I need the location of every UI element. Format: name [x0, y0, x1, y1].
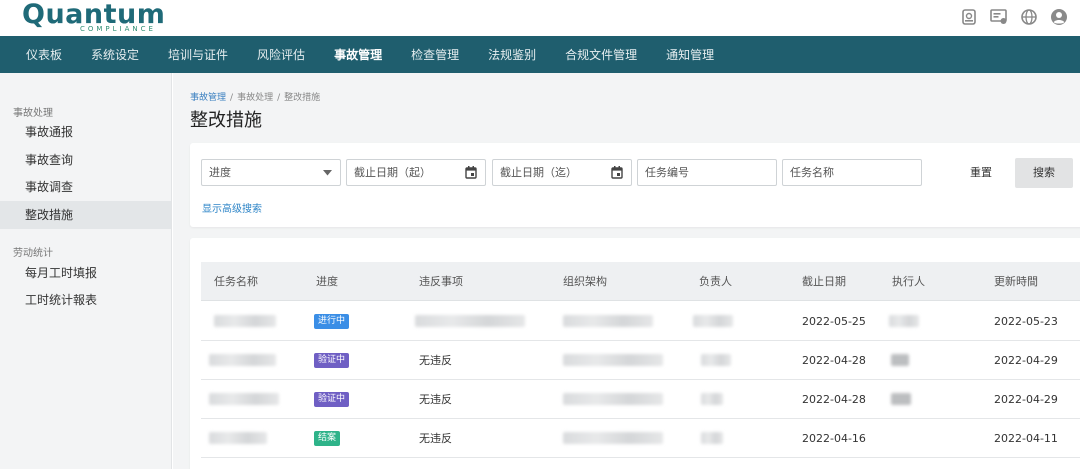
- task-number-input[interactable]: 任务编号: [637, 159, 777, 186]
- breadcrumb-separator: /: [230, 93, 234, 103]
- app-header: Quantum COMPLIANCE: [0, 0, 1080, 36]
- breadcrumb-separator: /: [277, 93, 281, 103]
- status-badge: 进行中: [314, 314, 350, 329]
- task-name-input[interactable]: 任务名称: [782, 159, 922, 186]
- updated-cell: 2022-04-11: [994, 432, 1058, 445]
- certificate-icon[interactable]: [988, 6, 1010, 28]
- sidebar-item-monthly-hours-report[interactable]: 每月工时填报: [0, 259, 171, 287]
- sidebar-group-labor-statistics: 劳动统计: [13, 248, 53, 259]
- task-name-placeholder: 任务名称: [790, 166, 834, 179]
- col-owner[interactable]: 负责人: [699, 262, 732, 301]
- redacted-executor: [891, 354, 909, 366]
- main-nav: 仪表板 系统设定 培训与证件 风险评估 事故管理 检查管理 法规鉴别 合规文件管…: [0, 36, 1080, 73]
- caret-down-icon: [323, 160, 332, 185]
- nav-training-certificates[interactable]: 培训与证件: [168, 46, 228, 63]
- deadline-from-placeholder: 截止日期（起）: [354, 166, 431, 179]
- deadline-to-field[interactable]: 截止日期（迄）: [492, 159, 632, 186]
- user-icon[interactable]: [1048, 6, 1070, 28]
- sidebar-group-incident-handling: 事故处理: [13, 108, 53, 119]
- status-badge: 验证中: [314, 353, 350, 368]
- deadline-to-placeholder: 截止日期（迄）: [500, 166, 577, 179]
- col-progress[interactable]: 进度: [316, 262, 338, 301]
- col-updated[interactable]: 更新時間: [994, 262, 1038, 301]
- report-icon[interactable]: [958, 6, 980, 28]
- table-row[interactable]: 验证中 无违反 2022-04-28 2022-04-29: [201, 380, 1080, 419]
- redacted-owner: [693, 315, 733, 327]
- nav-compliance-documents[interactable]: 合规文件管理: [565, 46, 637, 63]
- deadline-from-field[interactable]: 截止日期（起）: [346, 159, 486, 186]
- nav-inspection-management[interactable]: 检查管理: [411, 46, 459, 63]
- quantum-logo[interactable]: Quantum COMPLIANCE: [22, 0, 165, 33]
- logo-subtitle: COMPLIANCE: [80, 25, 156, 33]
- updated-cell: 2022-05-23: [994, 315, 1058, 328]
- redacted-executor: [891, 393, 911, 405]
- sidebar-item-incident-report[interactable]: 事故通报: [0, 118, 171, 146]
- table-row[interactable]: 结案 无违反 2022-04-16 2022-04-11: [201, 419, 1080, 458]
- redacted-organization: [563, 315, 653, 327]
- deadline-cell: 2022-04-28: [802, 393, 866, 406]
- progress-select[interactable]: 进度: [201, 159, 341, 186]
- status-badge: 验证中: [314, 392, 350, 407]
- progress-select-placeholder: 进度: [209, 166, 231, 179]
- task-number-placeholder: 任务编号: [645, 166, 689, 179]
- calendar-icon[interactable]: [465, 160, 477, 185]
- nav-dashboard[interactable]: 仪表板: [26, 46, 62, 63]
- col-task-name[interactable]: 任务名称: [214, 262, 258, 301]
- calendar-icon[interactable]: [611, 160, 623, 185]
- header-icon-bar: [958, 6, 1070, 28]
- advanced-search-link[interactable]: 显示高级搜索: [202, 200, 262, 215]
- col-organization[interactable]: 组织架构: [563, 262, 607, 301]
- redacted-task-name: [209, 432, 267, 444]
- filter-panel: 进度 截止日期（起） 截止日期（迄） 任务编号 任务名称 重置 搜索 显示高级搜…: [190, 143, 1080, 227]
- redacted-executor: [889, 315, 919, 327]
- page-title: 整改措施: [190, 110, 262, 131]
- deadline-cell: 2022-04-28: [802, 354, 866, 367]
- sidebar-item-incident-investigation[interactable]: 事故调查: [0, 173, 171, 201]
- redacted-organization: [563, 432, 663, 444]
- redacted-violation: [415, 315, 525, 327]
- sidebar-item-hours-statistics[interactable]: 工时统计報表: [0, 286, 171, 314]
- violation-cell: 无违反: [419, 393, 452, 406]
- updated-cell: 2022-04-29: [994, 354, 1058, 367]
- nav-incident-management[interactable]: 事故管理: [334, 46, 382, 63]
- redacted-owner: [701, 432, 723, 444]
- col-executor[interactable]: 执行人: [892, 262, 925, 301]
- globe-icon[interactable]: [1018, 6, 1040, 28]
- breadcrumb-incident-management[interactable]: 事故管理: [190, 93, 226, 103]
- col-violation[interactable]: 违反事项: [419, 262, 463, 301]
- redacted-owner: [701, 354, 731, 366]
- violation-cell: 无违反: [419, 354, 452, 367]
- sidebar-item-incident-query[interactable]: 事故查询: [0, 146, 171, 174]
- nav-system-settings[interactable]: 系统设定: [91, 46, 139, 63]
- reset-button[interactable]: 重置: [956, 159, 1006, 186]
- redacted-task-name: [214, 315, 276, 327]
- table-header: 任务名称 进度 违反事项 组织架构 负责人 截止日期 执行人 更新時間: [201, 262, 1080, 301]
- breadcrumb: 事故管理 / 事故处理 / 整改措施: [190, 90, 320, 103]
- nav-notification-management[interactable]: 通知管理: [666, 46, 714, 63]
- deadline-cell: 2022-04-16: [802, 432, 866, 445]
- breadcrumb-incident-handling[interactable]: 事故处理: [237, 93, 273, 103]
- col-deadline[interactable]: 截止日期: [802, 262, 846, 301]
- nav-risk-assessment[interactable]: 风险评估: [257, 46, 305, 63]
- results-table: 任务名称 进度 违反事项 组织架构 负责人 截止日期 执行人 更新時間 进行中 …: [190, 238, 1080, 469]
- updated-cell: 2022-04-29: [994, 393, 1058, 406]
- status-badge: 结案: [314, 431, 341, 446]
- nav-regulation-identification[interactable]: 法规鉴别: [488, 46, 536, 63]
- table-row[interactable]: 验证中 无违反 2022-04-28 2022-04-29: [201, 341, 1080, 380]
- redacted-organization: [563, 393, 663, 405]
- breadcrumb-current: 整改措施: [284, 93, 321, 103]
- redacted-task-name: [209, 393, 279, 405]
- redacted-owner: [701, 393, 723, 405]
- sidebar-item-corrective-actions[interactable]: 整改措施: [0, 201, 171, 229]
- table-row[interactable]: 进行中 2022-05-25 2022-05-23: [201, 302, 1080, 341]
- main-content: 事故管理 / 事故处理 / 整改措施 整改措施 进度 截止日期（起） 截止日期（迄） 任…: [173, 73, 1080, 469]
- violation-cell: 无违反: [419, 432, 452, 445]
- sidebar: 事故处理 事故通报 事故查询 事故调查 整改措施 劳动统计 每月工时填报 工时统…: [0, 73, 172, 469]
- search-button[interactable]: 搜索: [1015, 158, 1073, 188]
- redacted-organization: [563, 354, 663, 366]
- redacted-task-name: [209, 354, 276, 366]
- deadline-cell: 2022-05-25: [802, 315, 866, 328]
